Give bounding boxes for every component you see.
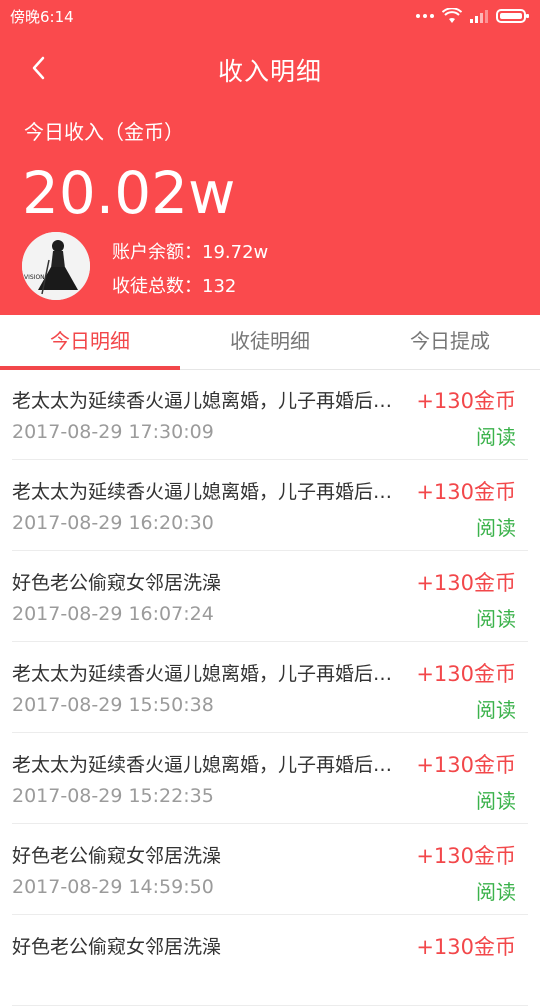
record-title: 老太太为延续香火逼儿媳离婚，儿子再婚后… [12, 663, 392, 685]
tab-today-detail[interactable]: 今日明细 [0, 315, 180, 369]
record-coins: +130金币 [416, 571, 516, 595]
record-time: 2017-08-29 16:20:30 [12, 512, 214, 534]
record-type: 阅读 [476, 516, 516, 540]
record-coins: +130金币 [416, 844, 516, 868]
tab-bar: 今日明细 收徒明细 今日提成 [0, 315, 540, 370]
tab-disciple-detail[interactable]: 收徒明细 [180, 315, 360, 369]
disciple-total: 收徒总数：132 [112, 276, 237, 297]
record-time: 2017-08-29 17:30:09 [12, 421, 214, 443]
record-type: 阅读 [476, 789, 516, 813]
record-time: 2017-08-29 14:59:50 [12, 876, 214, 898]
record-coins: +130金币 [416, 389, 516, 413]
list-item[interactable]: 老太太为延续香火逼儿媳离婚，儿子再婚后… 2017-08-29 15:22:35… [12, 733, 528, 824]
svg-text:VISION: VISION [24, 274, 45, 281]
record-time: 2017-08-29 15:50:38 [12, 694, 214, 716]
avatar-image: VISION [22, 232, 90, 300]
battery-icon [496, 9, 529, 23]
income-record-list: 老太太为延续香火逼儿媳离婚，儿子再婚后… 2017-08-29 17:30:09… [0, 369, 540, 1006]
record-type: 阅读 [476, 880, 516, 904]
list-item[interactable]: 老太太为延续香火逼儿媳离婚，儿子再婚后… 2017-08-29 17:30:09… [12, 369, 528, 460]
record-title: 好色老公偷窥女邻居洗澡 [12, 845, 222, 867]
tab-today-commission[interactable]: 今日提成 [360, 315, 540, 369]
record-title: 老太太为延续香火逼儿媳离婚，儿子再婚后… [12, 754, 392, 776]
list-item[interactable]: 好色老公偷窥女邻居洗澡 +130金币 [12, 915, 528, 1006]
record-title: 老太太为延续香火逼儿媳离婚，儿子再婚后… [12, 481, 392, 503]
list-item[interactable]: 好色老公偷窥女邻居洗澡 2017-08-29 14:59:50 +130金币 阅… [12, 824, 528, 915]
income-header: 傍晚6:14 收入明细 今日收入（金币） 20.02w VISION 账户余额：… [0, 0, 540, 315]
page-title: 收入明细 [217, 57, 322, 86]
list-item[interactable]: 老太太为延续香火逼儿媳离婚，儿子再婚后… 2017-08-29 15:50:38… [12, 642, 528, 733]
today-income-label: 今日收入（金币） [24, 120, 184, 144]
status-time: 傍晚6:14 [10, 8, 74, 26]
record-time: 2017-08-29 15:22:35 [12, 785, 214, 807]
avatar[interactable]: VISION [22, 232, 90, 300]
account-balance: 账户余额：19.72w [112, 242, 269, 263]
record-coins: +130金币 [416, 935, 516, 959]
signal-icon [470, 10, 488, 23]
record-coins: +130金币 [416, 662, 516, 686]
status-bar: 傍晚6:14 [0, 0, 540, 32]
more-dots-icon [416, 14, 434, 18]
record-type: 阅读 [476, 607, 516, 631]
record-title: 好色老公偷窥女邻居洗澡 [12, 936, 222, 958]
wifi-icon [442, 8, 462, 23]
record-title: 老太太为延续香火逼儿媳离婚，儿子再婚后… [12, 390, 392, 412]
today-income-amount: 20.02w [22, 159, 236, 227]
record-time: 2017-08-29 16:07:24 [12, 603, 214, 625]
record-title: 好色老公偷窥女邻居洗澡 [12, 572, 222, 594]
status-icons [416, 6, 530, 26]
list-item[interactable]: 好色老公偷窥女邻居洗澡 2017-08-29 16:07:24 +130金币 阅… [12, 551, 528, 642]
record-type: 阅读 [476, 425, 516, 449]
record-type: 阅读 [476, 698, 516, 722]
record-coins: +130金币 [416, 753, 516, 777]
list-item[interactable]: 老太太为延续香火逼儿媳离婚，儿子再婚后… 2017-08-29 16:20:30… [12, 460, 528, 551]
record-coins: +130金币 [416, 480, 516, 504]
